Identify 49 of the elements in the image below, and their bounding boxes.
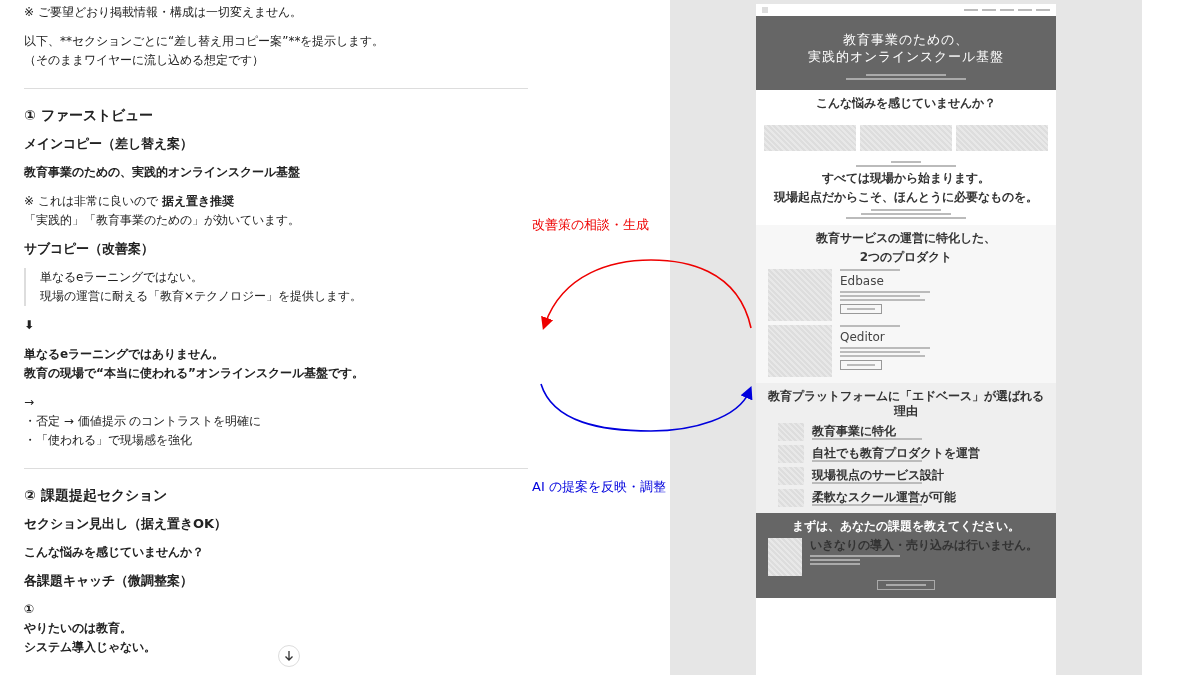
chat-text-line: →: [24, 394, 35, 411]
reason-title: 現場視点のサービス設計: [812, 468, 944, 482]
message-heading: 現場起点だからこそ、ほんとうに必要なものを。: [772, 190, 1039, 205]
section-title: こんな悩みを感じていませんか？: [815, 96, 997, 111]
chat-text-line: こんな悩みを感じていませんか？: [24, 544, 204, 561]
chat-text-line: ※ ご要望どおり掲載情報・構成は一切変えません。: [24, 4, 302, 21]
hero-title: 教育事業のための、: [843, 32, 969, 48]
outline-button-drawing: [877, 580, 935, 590]
chat-text-line: 「実践的」「教育事業のための」が効いています。: [24, 212, 300, 229]
chat-text-line: 教育事業のための、実践的オンラインスクール基盤: [24, 164, 300, 181]
reason-title: 柔軟なスクール運営が可能: [812, 490, 956, 504]
blockquote: 単なるeラーニングではない。 現場の運営に耐える「教育×テクノロジー」を提供します。: [24, 268, 530, 306]
section-heading: ① ファーストビュー: [24, 107, 153, 125]
section-title: 教育サービスの運営に特化した、: [815, 231, 997, 246]
chat-text-line: やりたいのは教育。: [24, 620, 132, 637]
reason-title: 自社でも教育プロダクトを運営: [812, 446, 980, 460]
outline-button-drawing: [840, 360, 882, 370]
message-heading: すべては現場から始まります。: [821, 171, 991, 186]
chat-text-line: ※ これは非常に良いので 据え置き推奨: [24, 193, 234, 210]
outline-button-drawing: [840, 304, 882, 314]
scroll-down-button[interactable]: [278, 645, 300, 667]
chat-text-line: ⬇: [24, 317, 35, 334]
section-heading: ② 課題提起セクション: [24, 487, 167, 505]
chat-text-line: 単なるeラーニングではありません。: [24, 346, 225, 363]
chat-text-line: システム導入じゃない。: [24, 639, 156, 656]
section-title: 2つのプロダクト: [858, 250, 954, 265]
logo-placeholder: [762, 7, 768, 13]
cycle-label: 改善策の相談・生成: [532, 216, 649, 234]
image-placeholder: [768, 325, 832, 377]
product-name: Qeditor: [840, 330, 886, 344]
cycle-label: AI の提案を反映・調整: [532, 478, 666, 496]
chat-text-line: ・「使われる」で現場感を強化: [24, 432, 192, 449]
product-name: Edbase: [840, 274, 885, 288]
subheading: セクション見出し（据え置きOK）: [24, 515, 228, 533]
chat-text-line: 教育の現場で“本当に使われる”オンラインスクール基盤です。: [24, 365, 364, 382]
image-placeholder: [768, 538, 802, 576]
subheading: サブコピー（改善案）: [24, 240, 154, 258]
down-arrow-icon: [283, 650, 295, 662]
chat-text-line: ①: [24, 601, 35, 618]
hero-title: 実践的オンラインスクール基盤: [808, 49, 1004, 65]
reason-title: 教育事業に特化: [812, 424, 897, 438]
chat-text-line: ・否定 → 価値提示 のコントラストを明確に: [24, 413, 262, 430]
image-placeholder: [768, 269, 832, 321]
chat-text-line: （そのままワイヤーに流し込める想定です）: [24, 52, 264, 69]
subheading: 各課題キャッチ（微調整案）: [24, 572, 193, 590]
subheading: メインコピー（差し替え案）: [24, 135, 193, 153]
section-title: 教育プラットフォームに「エドベース」が選ばれる理由: [767, 389, 1045, 419]
section-title: まずは、あなたの課題を教えてください。: [791, 519, 1021, 534]
chat-text-line: 以下、**セクションごとに“差し替え用コピー案”**を提示します。: [24, 33, 385, 50]
